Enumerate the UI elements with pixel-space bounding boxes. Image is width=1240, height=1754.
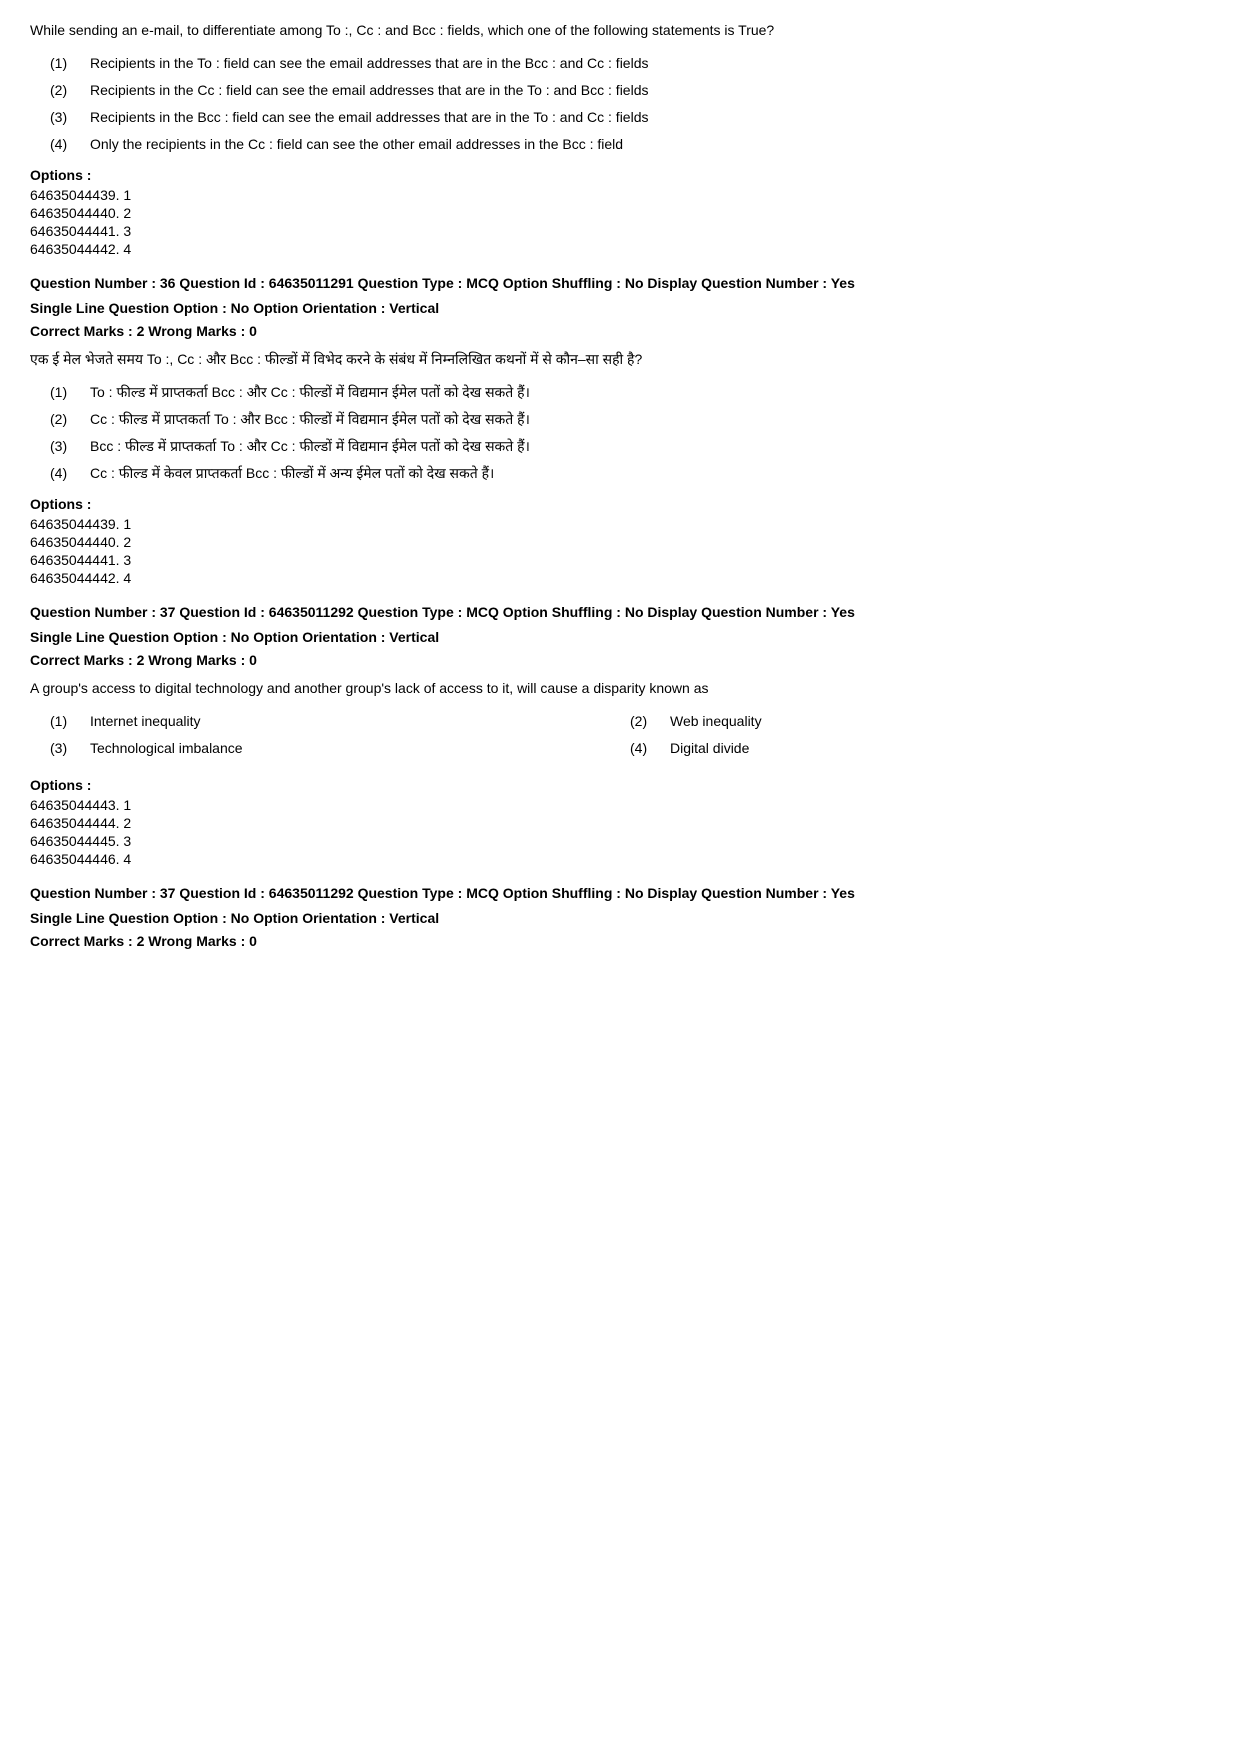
- option-text: Cc : फील्ड में प्राप्तकर्ता To : और Bcc …: [90, 409, 1210, 430]
- option-text: Recipients in the Bcc : field can see th…: [90, 107, 1210, 128]
- q36-hindi-options-label: Options :: [30, 496, 1210, 512]
- option-num: (1): [50, 53, 90, 74]
- q36-correct-marks: Correct Marks : 2 Wrong Marks : 0: [30, 323, 1210, 339]
- q37-english-options: (1)Internet inequality(2)Web inequality(…: [50, 711, 1210, 765]
- q37-meta2-section: Question Number : 37 Question Id : 64635…: [30, 883, 1210, 949]
- option-code: 64635044439. 1: [30, 516, 1210, 532]
- list-item: (4)Cc : फील्ड में केवल प्राप्तकर्ता Bcc …: [50, 463, 1210, 484]
- option-num: (3): [50, 107, 90, 128]
- option-num: (4): [50, 463, 90, 484]
- q36-meta-section: Question Number : 36 Question Id : 64635…: [30, 273, 1210, 339]
- q36-hindi-section: एक ई मेल भेजते समय To :, Cc : और Bcc : फ…: [30, 349, 1210, 586]
- option-num: (3): [50, 738, 90, 759]
- q37-english-question: A group's access to digital technology a…: [30, 678, 1210, 699]
- option-text: To : फील्ड में प्राप्तकर्ता Bcc : और Cc …: [90, 382, 1210, 403]
- list-item: (4)Only the recipients in the Cc : field…: [50, 134, 1210, 155]
- list-item: (1)To : फील्ड में प्राप्तकर्ता Bcc : और …: [50, 382, 1210, 403]
- option-code: 64635044445. 3: [30, 833, 1210, 849]
- option-code: 64635044439. 1: [30, 187, 1210, 203]
- option-text: Web inequality: [670, 711, 1210, 732]
- option-text: Recipients in the Cc : field can see the…: [90, 80, 1210, 101]
- option-text: Internet inequality: [90, 711, 630, 732]
- option-num: (4): [630, 738, 670, 759]
- q37-meta2-line1: Question Number : 37 Question Id : 64635…: [30, 883, 1210, 904]
- q35-english-options-section: Options : 64635044439. 1 64635044440. 2 64…: [30, 167, 1210, 257]
- option-code: 64635044441. 3: [30, 223, 1210, 239]
- option-code: 64635044444. 2: [30, 815, 1210, 831]
- q37-meta-section: Question Number : 37 Question Id : 64635…: [30, 602, 1210, 668]
- option-text: Cc : फील्ड में केवल प्राप्तकर्ता Bcc : फ…: [90, 463, 1210, 484]
- option-num: (2): [50, 409, 90, 430]
- list-item: (3)Technological imbalance: [50, 738, 630, 759]
- option-num: (1): [50, 382, 90, 403]
- list-item: (3)Recipients in the Bcc : field can see…: [50, 107, 1210, 128]
- q37-meta-line1: Question Number : 37 Question Id : 64635…: [30, 602, 1210, 623]
- option-code: 64635044441. 3: [30, 552, 1210, 568]
- option-num: (2): [630, 711, 670, 732]
- q36-hindi-question: एक ई मेल भेजते समय To :, Cc : और Bcc : फ…: [30, 349, 1210, 370]
- q36-meta-line1: Question Number : 36 Question Id : 64635…: [30, 273, 1210, 294]
- option-num: (1): [50, 711, 90, 732]
- option-num: (3): [50, 436, 90, 457]
- list-item: (3)Bcc : फील्ड में प्राप्तकर्ता To : और …: [50, 436, 1210, 457]
- list-item: (1)Internet inequality: [50, 711, 630, 732]
- q37-english-options-section: Options : 64635044443. 1 64635044444. 2 64…: [30, 777, 1210, 867]
- option-code: 64635044446. 4: [30, 851, 1210, 867]
- q36-hindi-options-section: Options : 64635044439. 1 64635044440. 2 64…: [30, 496, 1210, 586]
- option-text: Only the recipients in the Cc : field ca…: [90, 134, 1210, 155]
- option-text: Technological imbalance: [90, 738, 630, 759]
- option-code: 64635044440. 2: [30, 205, 1210, 221]
- list-item: (4)Digital divide: [630, 738, 1210, 759]
- list-item: (1)Recipients in the To : field can see …: [50, 53, 1210, 74]
- option-num: (4): [50, 134, 90, 155]
- list-item: (2)Web inequality: [630, 711, 1210, 732]
- q37-english-options-label: Options :: [30, 777, 1210, 793]
- option-text: Recipients in the To : field can see the…: [90, 53, 1210, 74]
- q35-english-options-label: Options :: [30, 167, 1210, 183]
- q37-meta-line2: Single Line Question Option : No Option …: [30, 627, 1210, 648]
- option-code: 64635044440. 2: [30, 534, 1210, 550]
- option-text: Bcc : फील्ड में प्राप्तकर्ता To : और Cc …: [90, 436, 1210, 457]
- list-item: (2)Cc : फील्ड में प्राप्तकर्ता To : और B…: [50, 409, 1210, 430]
- q35-english-section: While sending an e-mail, to differentiat…: [30, 20, 1210, 257]
- q36-meta-line2: Single Line Question Option : No Option …: [30, 298, 1210, 319]
- option-num: (2): [50, 80, 90, 101]
- q37-meta2-correct-marks: Correct Marks : 2 Wrong Marks : 0: [30, 933, 1210, 949]
- q35-english-question: While sending an e-mail, to differentiat…: [30, 20, 1210, 41]
- option-code: 64635044442. 4: [30, 241, 1210, 257]
- list-item: (2)Recipients in the Cc : field can see …: [50, 80, 1210, 101]
- option-code: 64635044442. 4: [30, 570, 1210, 586]
- q37-english-section: A group's access to digital technology a…: [30, 678, 1210, 867]
- q36-hindi-options: (1)To : फील्ड में प्राप्तकर्ता Bcc : और …: [50, 382, 1210, 484]
- q37-correct-marks: Correct Marks : 2 Wrong Marks : 0: [30, 652, 1210, 668]
- option-text: Digital divide: [670, 738, 1210, 759]
- q35-english-options: (1)Recipients in the To : field can see …: [50, 53, 1210, 155]
- q37-meta2-line2: Single Line Question Option : No Option …: [30, 908, 1210, 929]
- option-code: 64635044443. 1: [30, 797, 1210, 813]
